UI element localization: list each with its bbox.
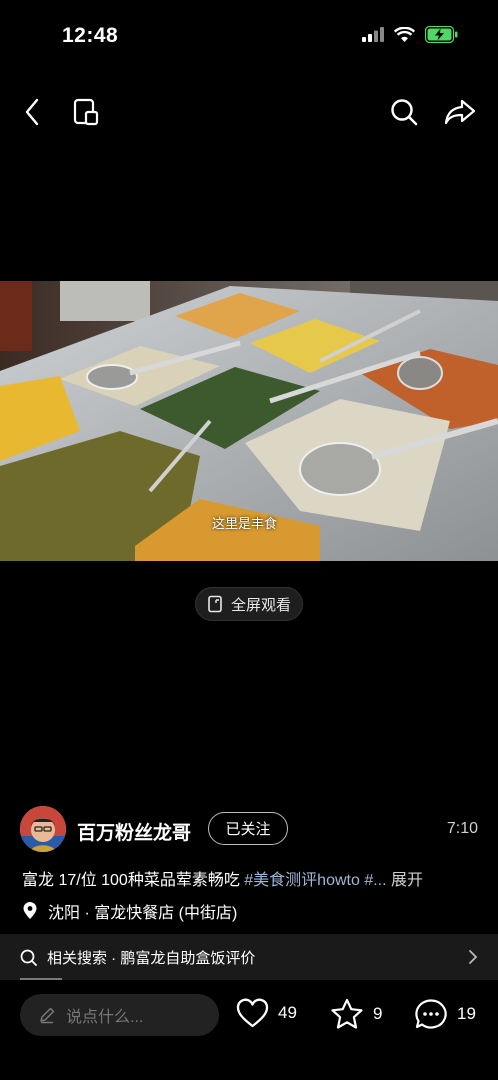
description-text: 富龙 17/位 100种菜品荤素畅吃 [22,872,245,889]
wifi-icon [394,27,415,42]
device-switch-button[interactable] [64,88,108,136]
related-search-bar[interactable]: 相关搜索 · 鹏富龙自助盒饭评价 [0,934,498,980]
search-icon [20,949,37,966]
comment-input[interactable]: 说点什么... [20,994,219,1036]
like-button[interactable]: 49 [236,998,297,1028]
comment-placeholder: 说点什么... [66,1009,144,1026]
video-duration: 7:10 [446,820,478,837]
location-text: 沈阳 · 富龙快餐店 (中街店) [48,905,238,922]
location-pin-icon [23,902,37,919]
fullscreen-label: 全屏观看 [230,596,291,614]
follow-button[interactable]: 已关注 [208,812,288,845]
device-switch-icon [73,98,99,126]
signal-icon [362,27,384,42]
comment-count: 19 [457,1004,476,1023]
video-description[interactable]: 富龙 17/位 100种菜品荤素畅吃 #美食测评howto #... 展开 [22,866,482,890]
favorite-count: 9 [373,1004,383,1023]
author-row: 百万粉丝龙哥 已关注 7:10 [20,806,478,852]
author-name[interactable]: 百万粉丝龙哥 [77,818,191,845]
heart-icon [236,998,269,1028]
related-search-label: 相关搜索 · 鹏富龙自助盒饭评价 [47,949,256,967]
search-icon [391,99,418,126]
expand-button[interactable]: 展开 [391,872,423,889]
fullscreen-icon [208,595,222,613]
back-button[interactable] [10,88,54,136]
top-nav [0,88,498,136]
status-time: 12:48 [62,24,119,47]
progress-indicator [20,978,62,980]
bottom-bar: 说点什么... 49 9 19 [0,990,498,1040]
battery-charging-icon [425,26,458,43]
favorite-button[interactable]: 9 [330,998,382,1030]
avatar-image [20,806,66,852]
fullscreen-button[interactable]: 全屏观看 [195,587,303,621]
share-button[interactable] [438,88,482,136]
video-subtitle: 这里是丰食 [212,516,278,531]
comments-button[interactable]: 19 [414,998,476,1030]
like-count: 49 [278,1003,297,1022]
status-bar: 12:48 [0,0,498,70]
star-icon [331,998,363,1029]
comment-bubble-icon [415,999,447,1029]
location-row[interactable]: 沈阳 · 富龙快餐店 (中街店) [22,899,237,923]
hashtag-link[interactable]: #美食测评howto #... [244,872,386,889]
status-icons [362,26,458,43]
back-arrow-icon [25,98,39,126]
chevron-right-icon [469,950,478,964]
avatar[interactable] [20,806,66,852]
search-button[interactable] [382,88,426,136]
video-player[interactable]: 这里是丰食 [0,281,498,561]
pencil-icon [40,1007,55,1024]
share-icon [444,99,476,125]
